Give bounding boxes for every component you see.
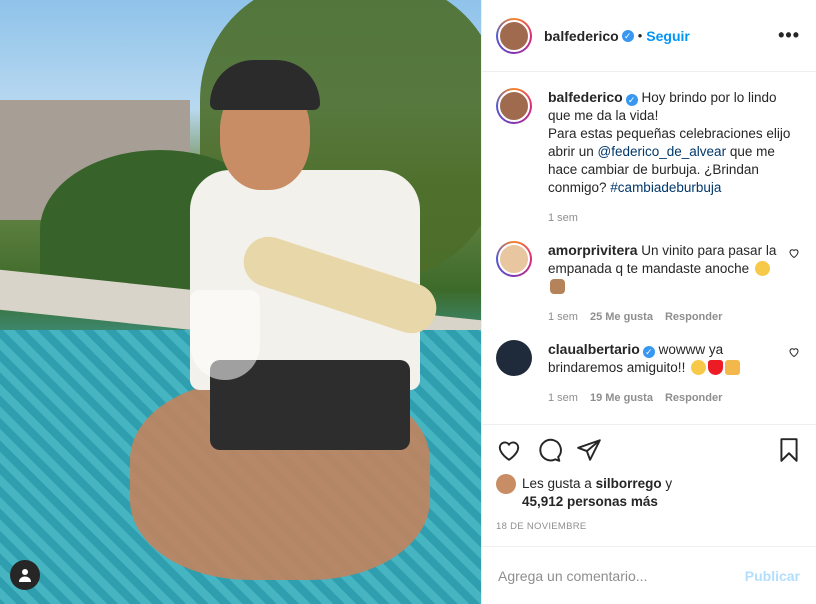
action-icons [496,435,802,465]
post-sidebar: balfederico ✓ • Seguir ••• balfederico ✓ … [481,0,816,604]
comment-reply-button[interactable]: Responder [665,389,722,407]
comment-username[interactable]: amorprivitera [548,242,637,258]
comment-item: amorprivitera Un vinito para pasar la em… [496,241,802,326]
clinking-glasses-emoji-icon [725,360,741,375]
photo-glass [190,290,260,380]
caption-avatar[interactable] [496,88,532,124]
add-comment-bar: Publicar [482,546,816,604]
caption-hashtag-link[interactable]: #cambiadeburbuja [610,180,721,195]
verified-badge-icon: ✓ [625,94,638,106]
author-avatar[interactable] [496,17,532,54]
comment-item: claualbertario ✓ wowww ya brindaremos ami… [496,340,802,407]
caption-username[interactable]: balfederico [548,89,623,105]
header-separator: • [637,28,643,43]
save-bookmark-icon[interactable] [776,437,802,463]
liker-username[interactable]: silborrego [596,476,662,491]
post-photo[interactable] [0,0,481,604]
author-meta: balfederico ✓ • Seguir [544,28,690,44]
heart-outline-icon [789,348,799,358]
likes-prefix: Les gusta a [522,476,596,491]
share-paper-plane-icon[interactable] [576,437,602,463]
user-icon [19,569,31,582]
photo-cap [210,60,320,110]
hugging-emoji-icon [691,360,707,375]
follow-button[interactable]: Seguir [646,28,690,44]
red-heart-emoji-icon [708,360,724,375]
comment-reply-button[interactable]: Responder [665,308,722,326]
post-date[interactable]: 18 DE NOVIEMBRE [496,521,802,532]
more-options-icon[interactable]: ••• [778,25,800,46]
caption: balfederico ✓ Hoy brindo por lo lindo que… [496,88,802,227]
comment-bubble-icon[interactable] [536,437,562,463]
flexed-biceps-emoji-icon [550,279,565,294]
tagged-users-button[interactable] [10,560,40,590]
comment-avatar[interactable] [496,241,532,277]
comment-avatar[interactable] [496,340,532,376]
laughing-emoji-icon [754,261,770,276]
like-heart-icon[interactable] [496,437,522,463]
comment-likes[interactable]: 25 Me gusta [590,308,653,326]
verified-badge-icon: ✓ [642,346,655,358]
comment-likes[interactable]: 19 Me gusta [590,389,653,407]
comments-list: balfederico ✓ Hoy brindo por lo lindo que… [482,72,816,424]
post-header: balfederico ✓ • Seguir ••• [482,0,816,72]
comment-time[interactable]: 1 sem [548,389,578,407]
caption-time[interactable]: 1 sem [548,209,578,227]
verified-badge-icon: ✓ [621,29,634,42]
author-username[interactable]: balfederico [544,28,619,44]
likes-summary: Les gusta a silborrego y 45,912 personas… [496,474,802,511]
comment-username[interactable]: claualbertario [548,341,640,357]
instagram-post: balfederico ✓ • Seguir ••• balfederico ✓ … [0,0,816,604]
publish-button[interactable]: Publicar [745,568,800,584]
likes-count[interactable]: 45,912 personas más [522,494,658,509]
comment-input[interactable] [498,567,745,584]
likes-conj: y [661,476,673,491]
post-actions: Les gusta a silborrego y 45,912 personas… [482,424,816,532]
comment-like-button[interactable] [788,247,802,326]
comment-time[interactable]: 1 sem [548,308,578,326]
caption-mention-link[interactable]: @federico_de_alvear [598,144,727,159]
photo-person [130,60,450,580]
liker-avatar[interactable] [496,474,516,494]
heart-outline-icon [789,249,799,259]
comment-like-button[interactable] [788,346,802,407]
